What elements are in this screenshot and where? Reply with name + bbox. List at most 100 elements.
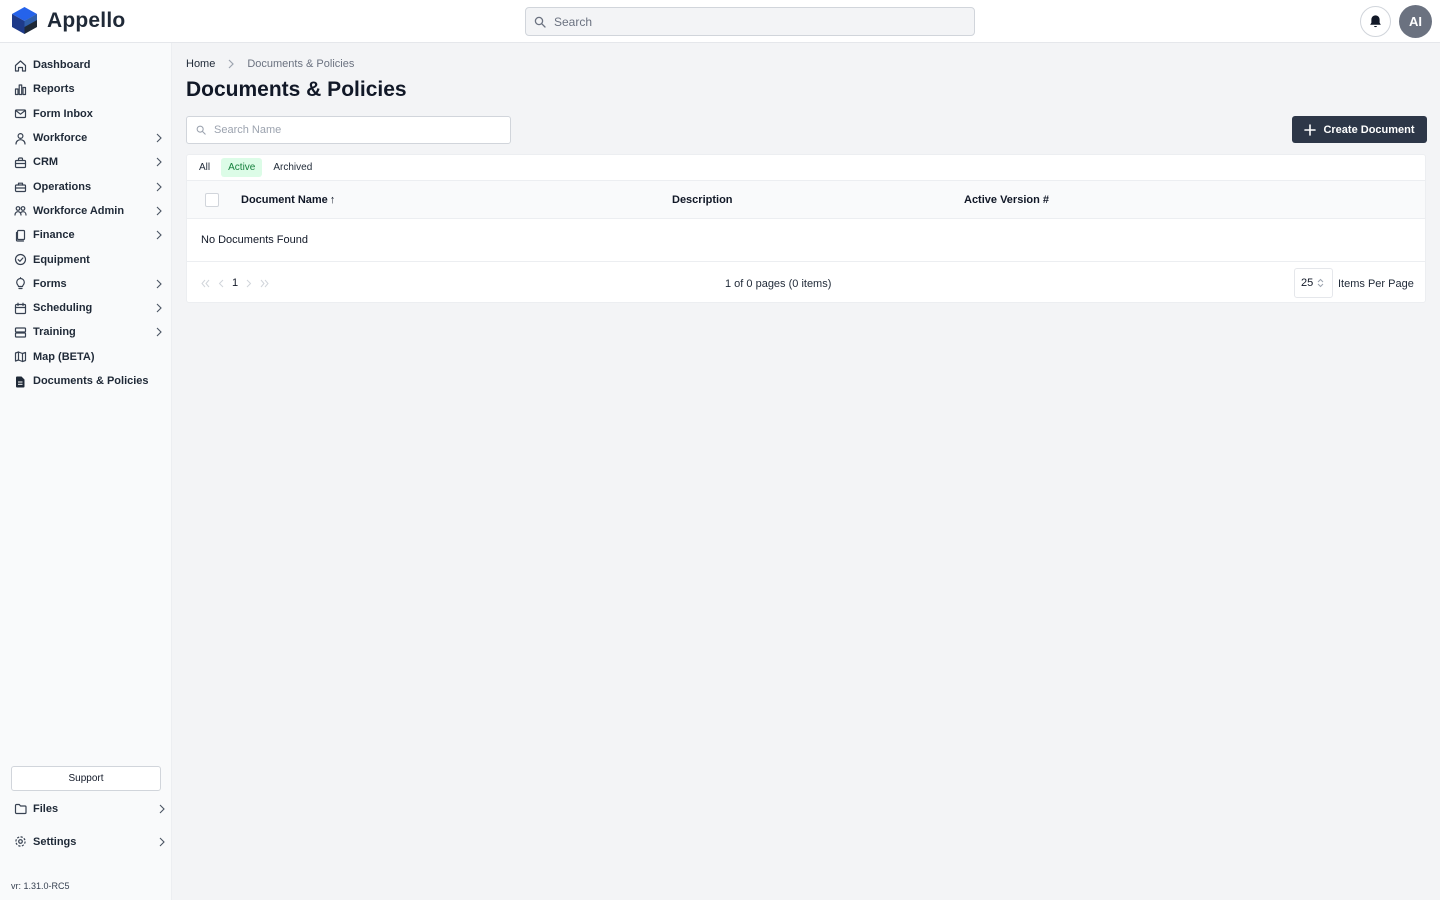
sidebar-item-label: Settings <box>33 835 77 848</box>
chevron-right-icon[interactable] <box>157 837 167 847</box>
sidebar-item-label: Finance <box>33 229 75 242</box>
sidebar: Dashboard Reports Form Inbox Workforce CRM Op… <box>0 43 172 900</box>
top-bar: Appello AI <box>0 0 1440 43</box>
tab-all[interactable]: All <box>192 158 217 177</box>
app-version: vr: 1.31.0-RC5 <box>11 881 70 891</box>
bell-icon <box>1370 15 1381 28</box>
current-page-number[interactable]: 1 <box>232 277 238 289</box>
table-header: Document Name ↑ Description Active Versi… <box>187 180 1425 219</box>
column-header-document-name[interactable]: Document Name ↑ <box>241 194 335 206</box>
check-circle-icon <box>14 253 27 266</box>
document-search-input[interactable] <box>214 124 494 136</box>
breadcrumb-current: Documents & Policies <box>247 58 355 70</box>
chevron-right-icon[interactable] <box>154 230 164 240</box>
chevron-right-icon[interactable] <box>157 804 167 814</box>
chevron-right-icon[interactable] <box>154 303 164 313</box>
previous-page-icon[interactable] <box>218 279 224 288</box>
users-icon <box>14 204 27 217</box>
document-icon <box>14 375 27 388</box>
create-document-label: Create Document <box>1323 123 1415 136</box>
chevron-right-icon[interactable] <box>154 157 164 167</box>
app-logo[interactable]: Appello <box>10 6 125 35</box>
sidebar-item-settings[interactable]: Settings <box>0 825 172 858</box>
sidebar-item-map-beta[interactable]: Map (BETA) <box>0 345 172 369</box>
sidebar-item-dashboard[interactable]: Dashboard <box>0 53 172 77</box>
sidebar-item-workforce[interactable]: Workforce <box>0 126 172 150</box>
sidebar-item-documents-policies[interactable]: Documents & Policies <box>0 369 172 393</box>
appello-logo-icon <box>12 7 37 34</box>
sidebar-nav: Dashboard Reports Form Inbox Workforce CRM Op… <box>0 53 172 393</box>
sidebar-item-workforce-admin[interactable]: Workforce Admin <box>0 199 172 223</box>
sidebar-item-finance[interactable]: Finance <box>0 223 172 247</box>
select-arrows-icon <box>1317 278 1324 288</box>
documents-icon <box>14 229 27 242</box>
status-tabs: All Active Archived <box>192 158 319 177</box>
breadcrumb-home[interactable]: Home <box>186 58 215 70</box>
sidebar-item-label: Reports <box>33 83 75 96</box>
search-icon <box>196 125 206 135</box>
sidebar-item-label: Scheduling <box>33 302 93 315</box>
sort-arrow-icon: ↑ <box>329 194 336 206</box>
map-icon <box>14 350 27 363</box>
sidebar-item-label: Documents & Policies <box>33 375 149 387</box>
app-name: Appello <box>47 8 126 32</box>
chevron-right-icon <box>228 59 235 69</box>
sidebar-item-label: Operations <box>33 180 92 193</box>
column-header-description[interactable]: Description <box>672 194 733 206</box>
sidebar-item-label: Workforce Admin <box>33 204 125 217</box>
pagination: 1 <box>201 277 269 289</box>
sidebar-item-form-inbox[interactable]: Form Inbox <box>0 102 172 126</box>
user-icon <box>14 132 27 145</box>
sidebar-item-files[interactable]: Files <box>0 792 172 825</box>
chevron-right-icon[interactable] <box>154 279 164 289</box>
home-icon <box>14 59 27 72</box>
last-page-icon[interactable] <box>260 279 269 288</box>
mail-icon <box>14 107 27 120</box>
tab-archived[interactable]: Archived <box>266 158 319 177</box>
chevron-right-icon[interactable] <box>154 327 164 337</box>
empty-state-message: No Documents Found <box>201 234 308 246</box>
sidebar-item-label: Dashboard <box>33 59 91 72</box>
notifications-button[interactable] <box>1360 6 1391 37</box>
next-page-icon[interactable] <box>246 279 252 288</box>
support-button[interactable]: Support <box>11 766 161 791</box>
toolbox-icon <box>14 180 27 193</box>
user-avatar[interactable]: AI <box>1399 5 1432 38</box>
sidebar-item-label: CRM <box>33 156 59 169</box>
first-page-icon[interactable] <box>201 279 210 288</box>
tab-active[interactable]: Active <box>221 158 263 177</box>
sidebar-item-equipment[interactable]: Equipment <box>0 247 172 271</box>
table-footer: 1 1 of 0 pages (0 items) 25 Items Per Pa… <box>187 261 1425 303</box>
column-header-active-version[interactable]: Active Version # <box>964 194 1049 206</box>
sidebar-item-scheduling[interactable]: Scheduling <box>0 296 172 320</box>
create-document-button[interactable]: Create Document <box>1292 116 1427 143</box>
items-per-page-label: Items Per Page <box>1338 278 1414 290</box>
sidebar-item-label: Files <box>33 802 59 815</box>
briefcase-icon <box>14 156 27 169</box>
sidebar-item-reports[interactable]: Reports <box>0 77 172 101</box>
select-all-checkbox[interactable] <box>205 193 219 207</box>
chevron-right-icon[interactable] <box>154 133 164 143</box>
sidebar-item-forms[interactable]: Forms <box>0 272 172 296</box>
search-icon <box>534 16 546 28</box>
items-per-page-select[interactable]: 25 <box>1294 268 1333 298</box>
sidebar-item-label: Forms <box>33 277 67 290</box>
items-per-page-value: 25 <box>1301 277 1314 289</box>
sidebar-item-operations[interactable]: Operations <box>0 174 172 198</box>
sidebar-item-crm[interactable]: CRM <box>0 150 172 174</box>
sidebar-item-label: Form Inbox <box>33 107 93 120</box>
global-search-input[interactable] <box>554 14 954 29</box>
lightbulb-icon <box>14 277 27 290</box>
global-search[interactable] <box>525 7 975 36</box>
column-label: Document Name <box>241 194 328 206</box>
chevron-right-icon[interactable] <box>154 182 164 192</box>
sidebar-bottom-nav: Files Settings <box>0 792 172 858</box>
bar-chart-icon <box>14 83 27 96</box>
gear-icon <box>14 835 27 848</box>
chevron-right-icon[interactable] <box>154 206 164 216</box>
document-search[interactable] <box>186 116 511 144</box>
breadcrumb: Home Documents & Policies <box>186 58 354 70</box>
page-info: 1 of 0 pages (0 items) <box>725 278 832 290</box>
sidebar-item-training[interactable]: Training <box>0 320 172 344</box>
page-title: Documents & Policies <box>186 78 407 101</box>
